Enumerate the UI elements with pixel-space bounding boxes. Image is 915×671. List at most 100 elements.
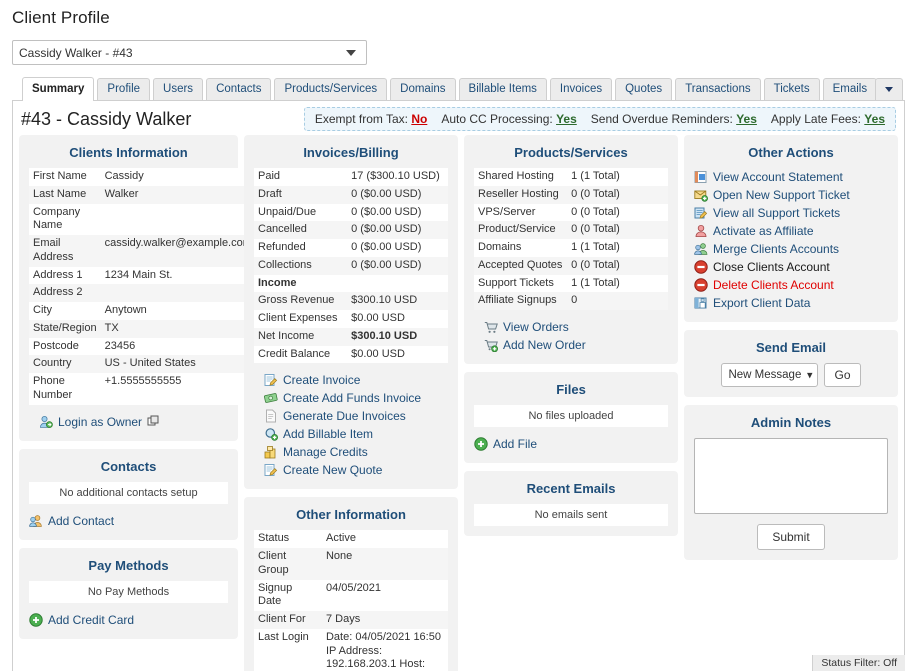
tab-profile[interactable]: Profile (97, 78, 150, 100)
tab-domains[interactable]: Domains (390, 78, 455, 100)
row-label: Refunded (254, 239, 347, 257)
send-email-row: New Message ▾ Go (694, 363, 888, 387)
table-row: Affiliate Signups0 (474, 292, 668, 310)
add-credit-card-link[interactable]: Add Credit Card (29, 611, 228, 629)
row-label: Affiliate Signups (474, 292, 567, 310)
cart-add-icon (484, 338, 498, 352)
invoices-billing-table: Paid17 ($300.10 USD)Draft0 ($0.00 USD)Un… (254, 168, 448, 363)
other-actions-title: Other Actions (694, 145, 888, 160)
files-card: Files No files uploaded Add File (464, 372, 678, 463)
add-billable-item-link[interactable]: Add Billable Item (254, 425, 448, 443)
document-icon (264, 409, 278, 423)
row-value: 0 (0 Total) (567, 257, 668, 275)
row-label: Address 1 (29, 267, 101, 285)
flag-value[interactable]: Yes (736, 112, 757, 126)
table-row: StatusActive (254, 530, 448, 548)
admin-notes-submit-wrap: Submit (694, 524, 888, 550)
other-information-table: StatusActiveClient GroupNoneSignup Date0… (254, 530, 448, 671)
table-row: Gross Revenue$300.10 USD (254, 292, 448, 310)
create-invoice-link[interactable]: Create Invoice (254, 371, 448, 389)
flag-value[interactable]: Yes (864, 112, 885, 126)
row-value: $0.00 USD (347, 346, 448, 364)
manage-credits-link[interactable]: Manage Credits (254, 443, 448, 461)
create-add-funds-invoice-link[interactable]: Create Add Funds Invoice (254, 389, 448, 407)
send-email-go-button[interactable]: Go (824, 363, 860, 387)
row-label: First Name (29, 168, 101, 186)
tab-emails[interactable]: Emails (823, 78, 878, 100)
page-title: Client Profile (0, 0, 915, 28)
chevron-down-icon (885, 87, 893, 92)
row-value: 04/05/2021 (322, 580, 448, 612)
export-client-data-link[interactable]: Export Client Data (694, 294, 888, 312)
delete-clients-account-link[interactable]: Delete Clients Account (694, 276, 888, 294)
external-link-icon (147, 415, 161, 429)
status-filter-badge[interactable]: Status Filter: Off (812, 655, 905, 671)
link-label: Create Add Funds Invoice (283, 390, 421, 406)
add-file-link[interactable]: Add File (474, 435, 668, 453)
status-bar: Status Filter: Off (0, 655, 915, 671)
row-label: Product/Service (474, 221, 567, 239)
row-value: 1234 Main St. (101, 267, 256, 285)
user-icon (694, 224, 708, 238)
row-value: 0 (0 Total) (567, 221, 668, 239)
row-label: VPS/Server (474, 204, 567, 222)
view-orders-link[interactable]: View Orders (474, 318, 668, 336)
tab-overflow-button[interactable] (875, 78, 903, 100)
generate-due-invoices-link[interactable]: Generate Due Invoices (254, 407, 448, 425)
add-new-order-link[interactable]: Add New Order (474, 336, 668, 354)
admin-notes-submit-button[interactable]: Submit (757, 524, 824, 550)
row-label: Shared Hosting (474, 168, 567, 186)
row-value: 1 (1 Total) (567, 275, 668, 293)
row-value: 23456 (101, 338, 256, 356)
add-circle-icon (474, 437, 488, 451)
tab-contacts[interactable]: Contacts (206, 78, 271, 100)
row-value: 0 (567, 292, 668, 310)
statement-icon (694, 170, 708, 184)
row-value: $0.00 USD (347, 310, 448, 328)
row-label: Credit Balance (254, 346, 347, 364)
table-row: Address 2 (29, 284, 256, 302)
activate-as-affiliate-link[interactable]: Activate as Affiliate (694, 222, 888, 240)
tab-users[interactable]: Users (153, 78, 203, 100)
flag-value[interactable]: Yes (556, 112, 577, 126)
tab-invoices[interactable]: Invoices (550, 78, 612, 100)
open-new-support-ticket-link[interactable]: Open New Support Ticket (694, 186, 888, 204)
clients-information-links: Login as Owner (29, 413, 228, 431)
flag-item: Auto CC Processing: Yes (441, 112, 576, 126)
admin-notes-textarea[interactable] (694, 438, 888, 514)
recent-emails-empty-message: No emails sent (474, 504, 668, 526)
tab-transactions[interactable]: Transactions (675, 78, 760, 100)
users-merge-icon (694, 242, 708, 256)
row-label: Collections (254, 257, 347, 275)
row-label: Gross Revenue (254, 292, 347, 310)
row-label: City (29, 302, 101, 320)
merge-clients-accounts-link[interactable]: Merge Clients Accounts (694, 240, 888, 258)
summary-content-panel: #43 - Cassidy Walker Exempt from Tax: No… (12, 101, 905, 671)
cart-icon (484, 320, 498, 334)
row-label: Country (29, 355, 101, 373)
table-row: Company Name (29, 204, 256, 236)
tab-summary[interactable]: Summary (22, 77, 94, 101)
flag-value[interactable]: No (411, 112, 427, 126)
row-value: US - United States (101, 355, 256, 373)
login-as-owner-link[interactable]: Login as Owner (29, 413, 228, 431)
tab-products-services[interactable]: Products/Services (274, 78, 387, 100)
view-account-statement-link[interactable]: View Account Statement (694, 168, 888, 186)
tab-billable-items[interactable]: Billable Items (459, 78, 547, 100)
export-icon (694, 296, 708, 310)
client-selector[interactable]: Cassidy Walker - #43 (12, 40, 367, 65)
add-contact-link[interactable]: Add Contact (29, 512, 228, 530)
tab-quotes[interactable]: Quotes (615, 78, 672, 100)
table-row: Collections0 ($0.00 USD) (254, 257, 448, 275)
view-all-support-tickets-link[interactable]: View all Support Tickets (694, 204, 888, 222)
send-email-template-select[interactable]: New Message ▾ (721, 363, 818, 387)
page-heading: #43 - Cassidy Walker (21, 109, 191, 130)
row-label: Income (254, 275, 347, 293)
close-clients-account-link[interactable]: Close Clients Account (694, 258, 888, 276)
column-invoices: Invoices/Billing Paid17 ($300.10 USD)Dra… (244, 135, 458, 671)
credits-icon (264, 445, 278, 459)
create-new-quote-link[interactable]: Create New Quote (254, 461, 448, 479)
row-label: Cancelled (254, 221, 347, 239)
row-label: Client Group (254, 548, 322, 580)
tab-tickets[interactable]: Tickets (764, 78, 820, 100)
